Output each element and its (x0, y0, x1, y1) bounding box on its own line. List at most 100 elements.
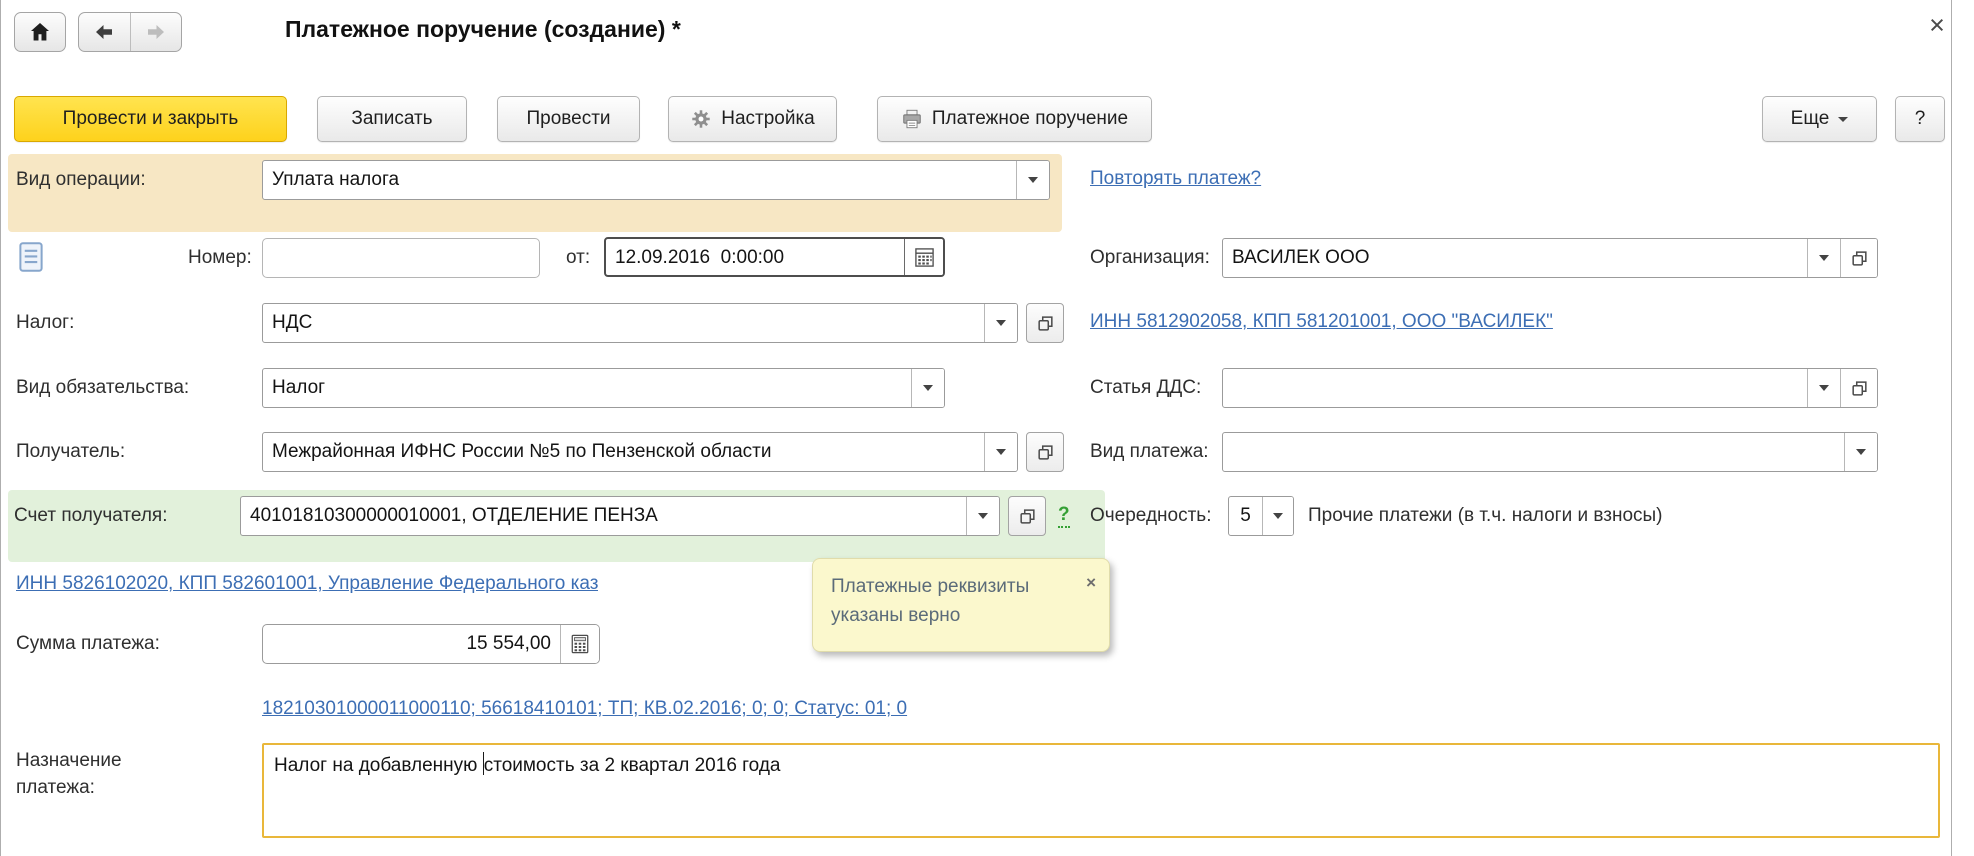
organization-label: Организация: (1090, 238, 1210, 278)
close-icon[interactable]: × (1920, 8, 1954, 42)
back-button[interactable] (79, 13, 130, 51)
dropdown-icon (923, 385, 933, 391)
home-icon (28, 20, 52, 44)
recipient-value[interactable]: Межрайонная ИФНС России №5 по Пензенской… (263, 433, 984, 471)
tax-dropdown[interactable] (984, 304, 1017, 342)
purpose-textarea[interactable]: Налог на добавленную стоимость за 2 квар… (262, 743, 1940, 838)
kbk-details-link[interactable]: 18210301000011000110; 56618410101; ТП; К… (262, 698, 907, 720)
forward-button[interactable] (130, 13, 182, 51)
number-label: Номер: (188, 238, 252, 278)
dropdown-icon (996, 320, 1006, 326)
obligation-type-value[interactable]: Налог (263, 369, 911, 407)
recipient-dropdown[interactable] (984, 433, 1017, 471)
page-title: Платежное поручение (создание) * (285, 16, 681, 43)
print-payment-order-label: Платежное поручение (932, 108, 1128, 130)
priority-value[interactable]: 5 (1229, 497, 1262, 535)
tax-open-button[interactable] (1026, 303, 1064, 343)
tax-value[interactable]: НДС (263, 304, 984, 342)
post-button[interactable]: Провести (497, 96, 640, 142)
amount-label: Сумма платежа: (16, 624, 160, 664)
cash-flow-item-value[interactable] (1223, 369, 1807, 407)
amount-value[interactable]: 15 554,00 (263, 625, 560, 663)
organization-field[interactable]: ВАСИЛЕК ООО (1222, 238, 1878, 278)
date-value[interactable]: 12.09.2016 0:00:00 (606, 239, 904, 275)
operation-type-dropdown[interactable] (1016, 161, 1049, 199)
back-icon (92, 20, 116, 44)
help-button[interactable]: ? (1895, 96, 1945, 142)
recipient-label: Получатель: (16, 432, 125, 472)
recipient-open-button[interactable] (1026, 432, 1064, 472)
calendar-icon (914, 247, 935, 268)
cash-flow-item-open-button[interactable] (1840, 369, 1877, 407)
home-button[interactable] (14, 12, 66, 52)
recipient-details-link[interactable]: ИНН 5826102020, КПП 582601001, Управлени… (16, 573, 598, 595)
dropdown-icon (1819, 385, 1829, 391)
priority-label: Очередность: (1090, 496, 1212, 536)
date-calendar-button[interactable] (904, 239, 943, 275)
tax-label: Налог: (16, 303, 74, 343)
more-button[interactable]: Еще (1762, 96, 1877, 142)
payment-type-value[interactable] (1223, 433, 1844, 471)
document-icon[interactable] (16, 240, 46, 274)
dropdown-icon (978, 513, 988, 519)
window-right-border (1951, 0, 1952, 856)
recipient-account-label: Счет получателя: (14, 496, 167, 536)
tax-field[interactable]: НДС (262, 303, 1018, 343)
purpose-label: Назначение платежа: (16, 747, 176, 801)
cash-flow-item-field[interactable] (1222, 368, 1878, 408)
dropdown-icon (1819, 255, 1829, 261)
gear-icon (690, 108, 712, 130)
organization-details-link[interactable]: ИНН 5812902058, КПП 581201001, ООО "ВАСИ… (1090, 311, 1553, 333)
organization-open-button[interactable] (1840, 239, 1877, 277)
calculator-icon (570, 634, 590, 654)
write-button[interactable]: Записать (317, 96, 467, 142)
post-and-close-button[interactable]: Провести и закрыть (14, 96, 287, 142)
payment-type-label: Вид платежа: (1090, 432, 1209, 472)
forward-icon (144, 20, 168, 44)
repeat-payment-link[interactable]: Повторять платеж? (1090, 168, 1261, 190)
purpose-text-after: стоимость за 2 квартал 2016 года (484, 755, 781, 776)
account-check-link[interactable]: ? (1058, 504, 1070, 528)
dropdown-icon (1856, 449, 1866, 455)
cash-flow-item-label: Статья ДДС: (1090, 368, 1201, 408)
recipient-account-value[interactable]: 40101810300000010001, ОТДЕЛЕНИЕ ПЕНЗА (241, 497, 966, 535)
payment-type-dropdown[interactable] (1844, 433, 1877, 471)
number-field[interactable] (262, 238, 540, 278)
operation-type-label: Вид операции: (16, 160, 146, 200)
recipient-account-dropdown[interactable] (966, 497, 999, 535)
amount-field[interactable]: 15 554,00 (262, 624, 600, 664)
priority-field[interactable]: 5 (1228, 496, 1294, 536)
dropdown-icon (1273, 513, 1283, 519)
dropdown-icon (1028, 177, 1038, 183)
date-label: от: (566, 238, 590, 278)
settings-button[interactable]: Настройка (668, 96, 837, 142)
payment-type-field[interactable] (1222, 432, 1878, 472)
recipient-account-open-button[interactable] (1008, 496, 1046, 536)
obligation-type-field[interactable]: Налог (262, 368, 945, 408)
priority-dropdown[interactable] (1262, 497, 1293, 535)
help-label: ? (1915, 108, 1926, 130)
write-label: Записать (351, 108, 432, 130)
payment-order-window: Платежное поручение (создание) * × Прове… (0, 0, 1974, 856)
print-payment-order-button[interactable]: Платежное поручение (877, 96, 1152, 142)
open-icon (1850, 249, 1869, 268)
cash-flow-item-dropdown[interactable] (1807, 369, 1840, 407)
operation-type-value[interactable]: Уплата налога (263, 161, 1016, 199)
obligation-type-label: Вид обязательства: (16, 368, 189, 408)
tooltip-line2: указаны верно (831, 601, 1091, 630)
number-value[interactable] (263, 239, 539, 277)
date-field[interactable]: 12.09.2016 0:00:00 (604, 237, 945, 277)
organization-value[interactable]: ВАСИЛЕК ООО (1223, 239, 1807, 277)
purpose-text-before: Налог на добавленную (274, 755, 483, 776)
printer-icon (901, 108, 923, 130)
operation-type-field[interactable]: Уплата налога (262, 160, 1050, 200)
amount-calculator-button[interactable] (560, 625, 599, 663)
organization-dropdown[interactable] (1807, 239, 1840, 277)
recipient-field[interactable]: Межрайонная ИФНС России №5 по Пензенской… (262, 432, 1018, 472)
open-icon (1036, 314, 1055, 333)
dropdown-icon (996, 449, 1006, 455)
obligation-type-dropdown[interactable] (911, 369, 944, 407)
recipient-account-field[interactable]: 40101810300000010001, ОТДЕЛЕНИЕ ПЕНЗА (240, 496, 1000, 536)
priority-description: Прочие платежи (в т.ч. налоги и взносы) (1308, 496, 1663, 536)
tooltip-close-icon[interactable]: × (1086, 574, 1096, 591)
